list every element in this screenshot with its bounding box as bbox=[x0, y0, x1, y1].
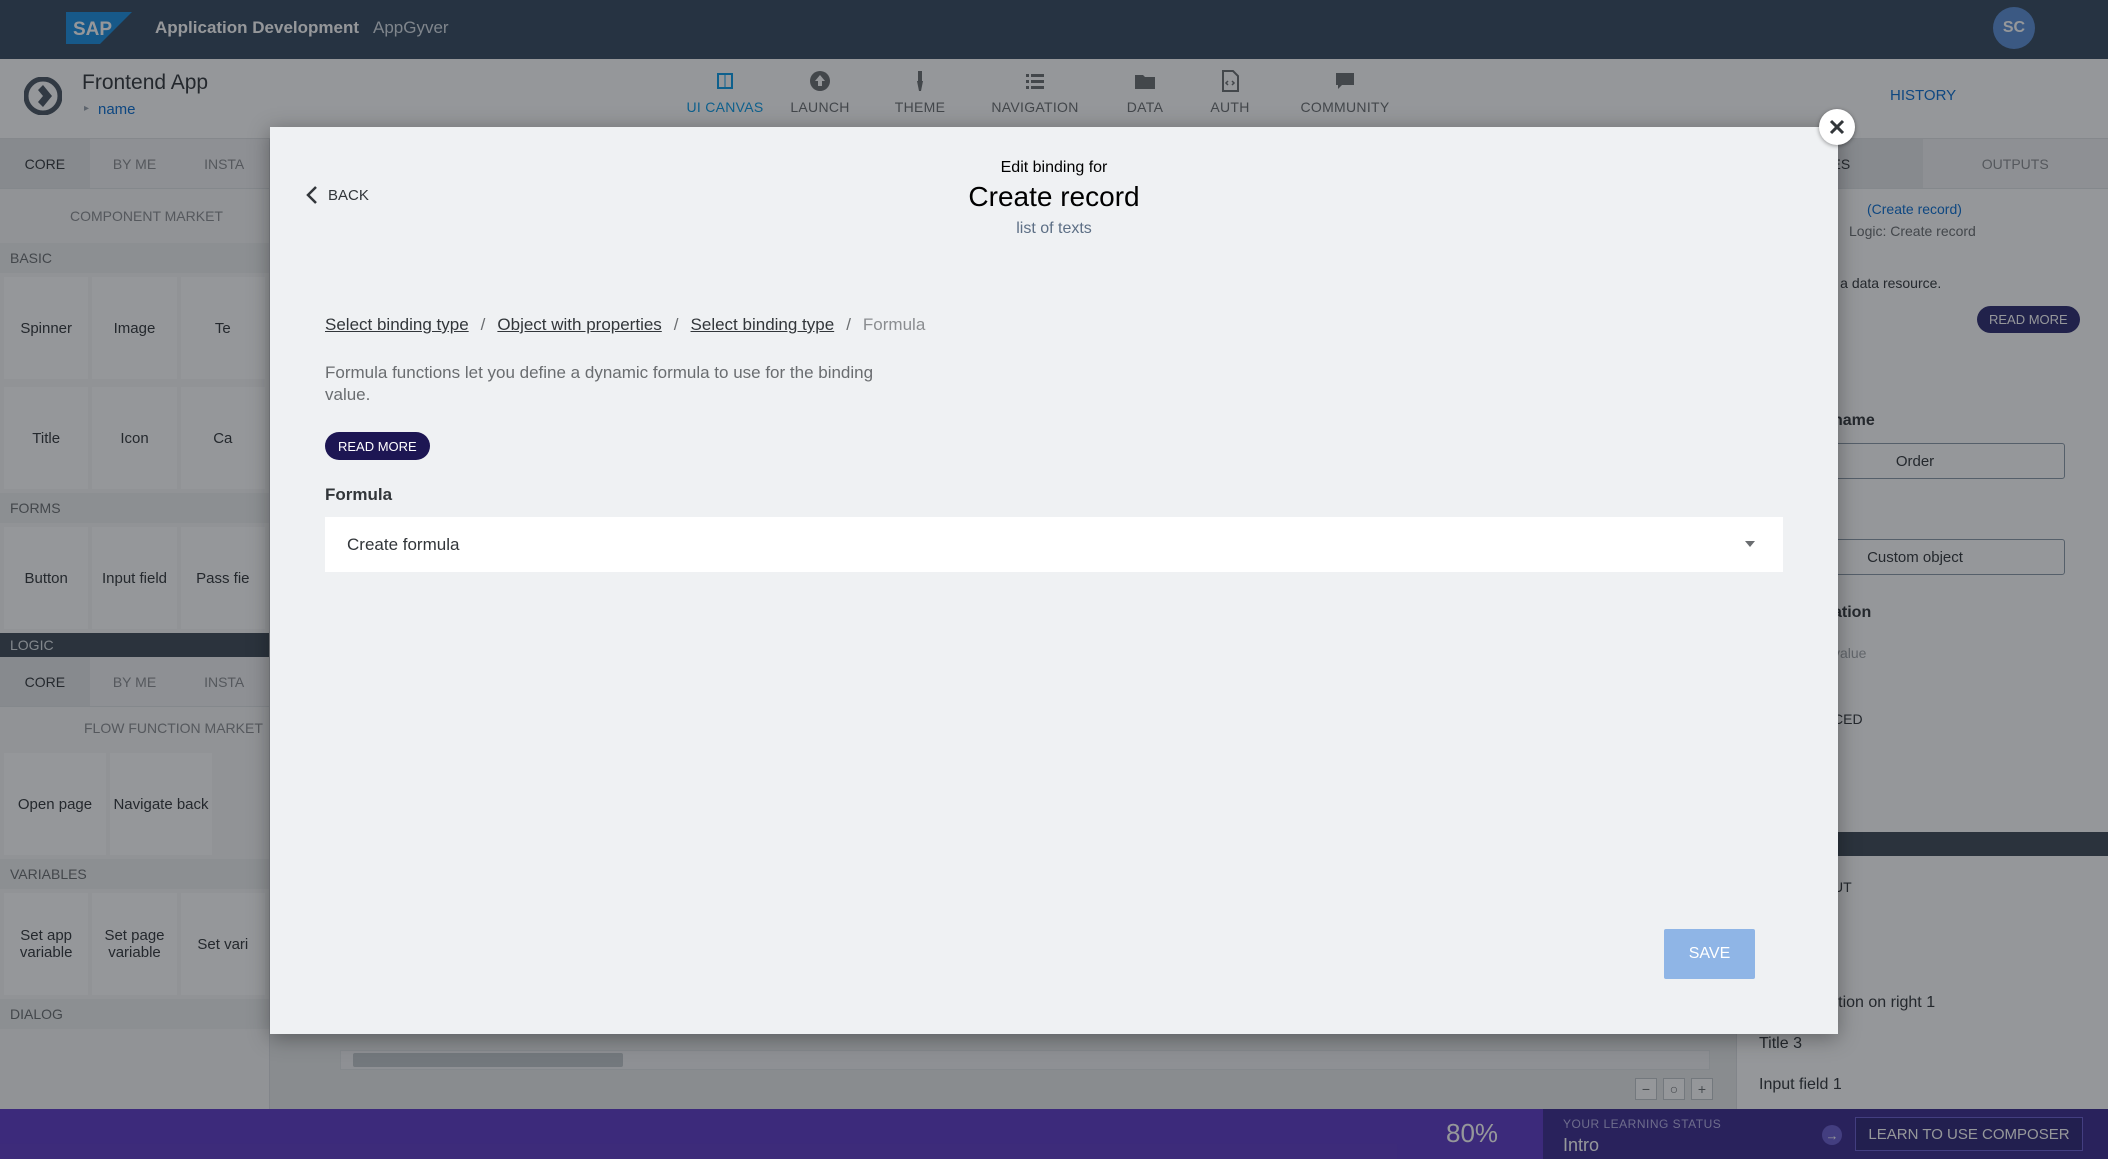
breadcrumb: Select binding type / Object with proper… bbox=[325, 315, 925, 335]
close-icon bbox=[1829, 119, 1845, 135]
formula-description: Formula functions let you define a dynam… bbox=[325, 363, 874, 404]
edit-binding-modal: BACK Edit binding for Create record list… bbox=[270, 127, 1838, 1034]
close-button[interactable] bbox=[1819, 109, 1855, 145]
formula-select-value: Create formula bbox=[347, 534, 460, 554]
read-more-button[interactable]: READ MORE bbox=[325, 432, 430, 460]
modal-title: Create record bbox=[968, 181, 1140, 212]
breadcrumb-select-binding-type[interactable]: Select binding type bbox=[325, 315, 469, 335]
breadcrumb-separator: / bbox=[480, 315, 486, 334]
save-button[interactable]: SAVE bbox=[1664, 929, 1755, 979]
breadcrumb-select-binding-type-2[interactable]: Select binding type bbox=[691, 315, 835, 335]
modal-pretitle: Edit binding for bbox=[1000, 159, 1108, 176]
breadcrumb-separator: / bbox=[673, 315, 679, 334]
caret-down-icon bbox=[1745, 541, 1755, 547]
breadcrumb-separator: / bbox=[846, 315, 851, 334]
breadcrumb-object-with-properties[interactable]: Object with properties bbox=[497, 315, 661, 335]
breadcrumb-current: Formula bbox=[862, 315, 926, 334]
formula-select[interactable]: Create formula bbox=[325, 517, 1783, 572]
modal-subtitle: list of texts bbox=[1016, 220, 1092, 237]
formula-label: Formula bbox=[325, 485, 393, 504]
